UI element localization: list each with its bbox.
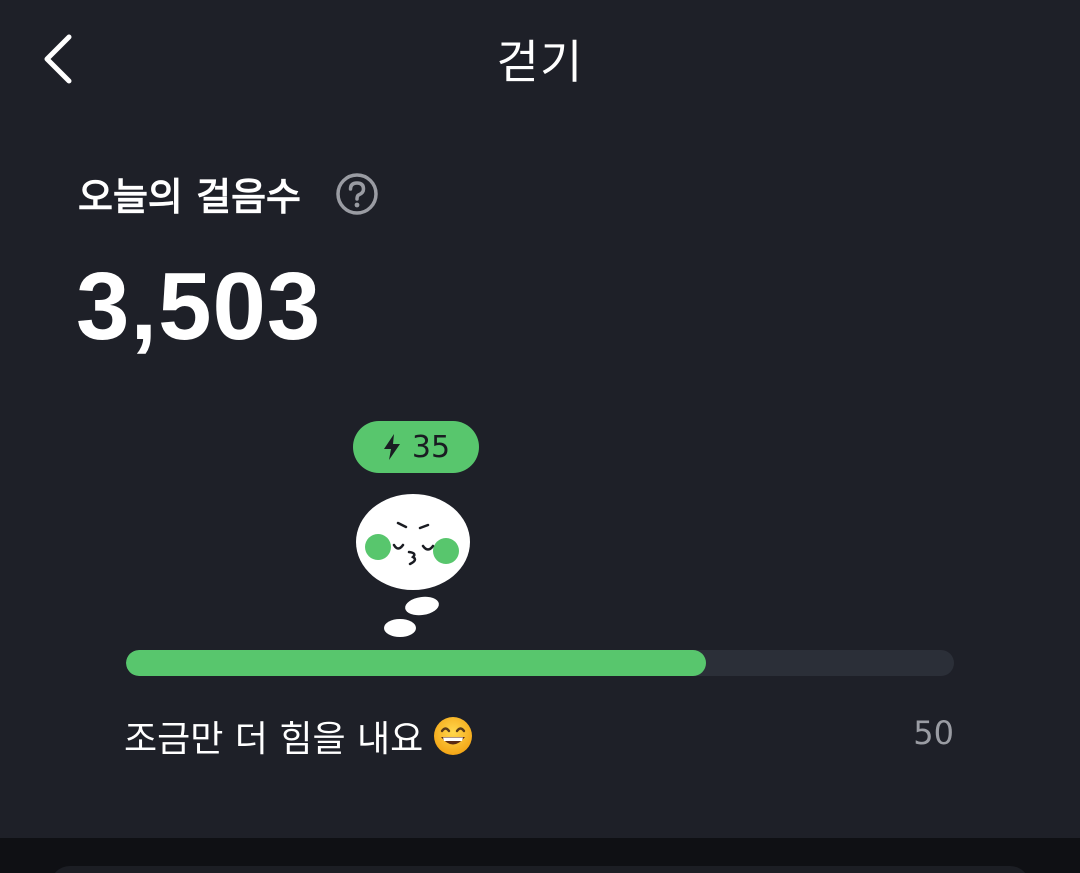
step-count: 3,503 xyxy=(76,253,322,360)
encouragement-row: 조금만 더 힘을 내요 xyxy=(124,710,473,762)
goal-label: 50 xyxy=(913,714,954,752)
help-button[interactable] xyxy=(335,172,379,216)
steps-progress-fill xyxy=(126,650,706,676)
reward-points: 35 xyxy=(411,429,451,465)
steps-label: 오늘의 걸음수 xyxy=(78,175,301,219)
lightning-bolt-icon xyxy=(382,432,404,462)
walking-screen: 걷기 오늘의 걸음수 3,503 35 조금만 더 힘을 내요 50 xyxy=(0,0,1080,873)
page-title: 걷기 xyxy=(496,35,584,89)
question-circle-icon xyxy=(336,172,378,215)
bottom-sheet-handle[interactable] xyxy=(50,866,1030,873)
encouragement-message: 조금만 더 힘을 내요 xyxy=(124,719,424,760)
mascot-character-icon xyxy=(356,494,470,637)
reward-badge: 35 xyxy=(353,421,479,473)
steps-progress-bar xyxy=(126,650,954,676)
grinning-face-emoji-icon xyxy=(434,717,473,755)
steps-label-row: 오늘의 걸음수 xyxy=(78,166,379,221)
